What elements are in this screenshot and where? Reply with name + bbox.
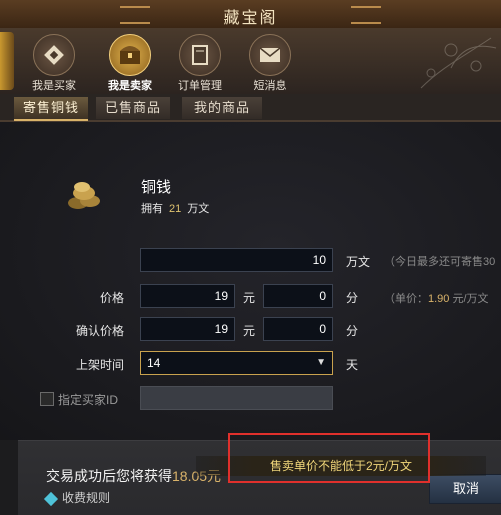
listing-time-value: 14: [147, 356, 161, 370]
chest-icon: [109, 34, 151, 76]
owned-value: 21: [169, 203, 182, 215]
price-yuan-input[interactable]: 19: [140, 284, 235, 308]
nav-seller[interactable]: 我是卖家: [100, 32, 160, 92]
price-fen-input[interactable]: 0: [263, 284, 333, 308]
owned-unit: 万文: [187, 203, 210, 215]
confirm-price-label: 确认价格: [76, 324, 125, 338]
cancel-button[interactable]: 取消: [429, 474, 501, 504]
title-ornament-right: [351, 6, 381, 24]
tab-bar: 寄售铜钱 已售商品 我的商品: [0, 94, 501, 122]
confirm-fen-unit: 分: [346, 324, 359, 338]
owned-label: 拥有: [141, 203, 163, 215]
nav-messages[interactable]: 短消息: [240, 32, 300, 92]
chevron-down-icon: ▼: [316, 357, 326, 368]
window-title: 藏宝阁: [223, 8, 278, 27]
header: 我是买家 我是卖家 订单管理 短消息: [0, 28, 501, 94]
confirm-yuan-input[interactable]: 19: [140, 317, 235, 341]
confirm-yuan-unit: 元: [243, 324, 256, 338]
amount-hint: （今日最多还可寄售30: [384, 256, 496, 268]
designated-buyer-label: 指定买家ID: [58, 393, 119, 407]
designated-buyer-checkbox[interactable]: [40, 392, 54, 406]
title-bar: 藏宝阁: [0, 0, 501, 29]
item-name: 铜钱: [141, 179, 172, 196]
unit-price-label: （单价：: [384, 293, 428, 305]
nav-messages-label: 短消息: [253, 80, 287, 92]
unit-price-unit: 元/万文: [452, 293, 489, 305]
nav-orders-label: 订单管理: [178, 80, 222, 92]
price-fen-unit: 分: [346, 291, 359, 305]
coins-icon: [68, 182, 100, 209]
envelope-icon: [249, 34, 291, 76]
lantern-decoration: [0, 32, 14, 90]
consign-form-panel: 铜钱 拥有 21 万文 10 万文 （今日最多还可寄售30 价格 19 元 0 分 …: [0, 122, 501, 440]
fee-rules-label: 收费规则: [62, 491, 111, 505]
earnings-label: 交易成功后您将获得: [46, 468, 172, 484]
listing-time-label: 上架时间: [76, 358, 125, 372]
fee-rules-link[interactable]: 收费规则: [43, 489, 111, 506]
nav-orders[interactable]: 订单管理: [170, 32, 230, 92]
tab-my-items[interactable]: 我的商品: [182, 97, 262, 119]
amount-input[interactable]: 10: [140, 248, 333, 272]
amount-unit: 万文: [346, 255, 371, 269]
nav-buyer-label: 我是买家: [32, 80, 76, 92]
nav-seller-label: 我是卖家: [108, 80, 152, 92]
earnings-text: 交易成功后您将获得18.05元: [46, 466, 221, 486]
owned-amount: 拥有 21 万文: [141, 200, 209, 216]
tab-consign-coins[interactable]: 寄售铜钱: [14, 97, 88, 121]
price-label: 价格: [100, 291, 125, 305]
listing-time-unit: 天: [346, 358, 359, 372]
price-yuan-unit: 元: [243, 291, 256, 305]
diamond-icon: [43, 491, 59, 506]
treasure-pavilion-window: 藏宝阁 我是买家 我是卖家 订单管理 短消息 寄售铜钱 已售商品 我的商品 铜钱…: [0, 0, 501, 515]
highlight-box: [228, 433, 430, 483]
nav-buyer[interactable]: 我是买家: [24, 32, 84, 92]
flower-decoration: [420, 37, 497, 89]
listing-time-select[interactable]: 14 ▼: [140, 351, 333, 375]
tab-sold-items[interactable]: 已售商品: [96, 97, 170, 119]
designated-buyer-input[interactable]: [140, 386, 333, 410]
unit-price-value: 1.90: [428, 293, 450, 305]
book-icon: [179, 34, 221, 76]
confirm-fen-input[interactable]: 0: [263, 317, 333, 341]
coin-icon: [33, 34, 75, 76]
unit-price-hint: （单价：1.90 元/万文: [384, 290, 501, 306]
